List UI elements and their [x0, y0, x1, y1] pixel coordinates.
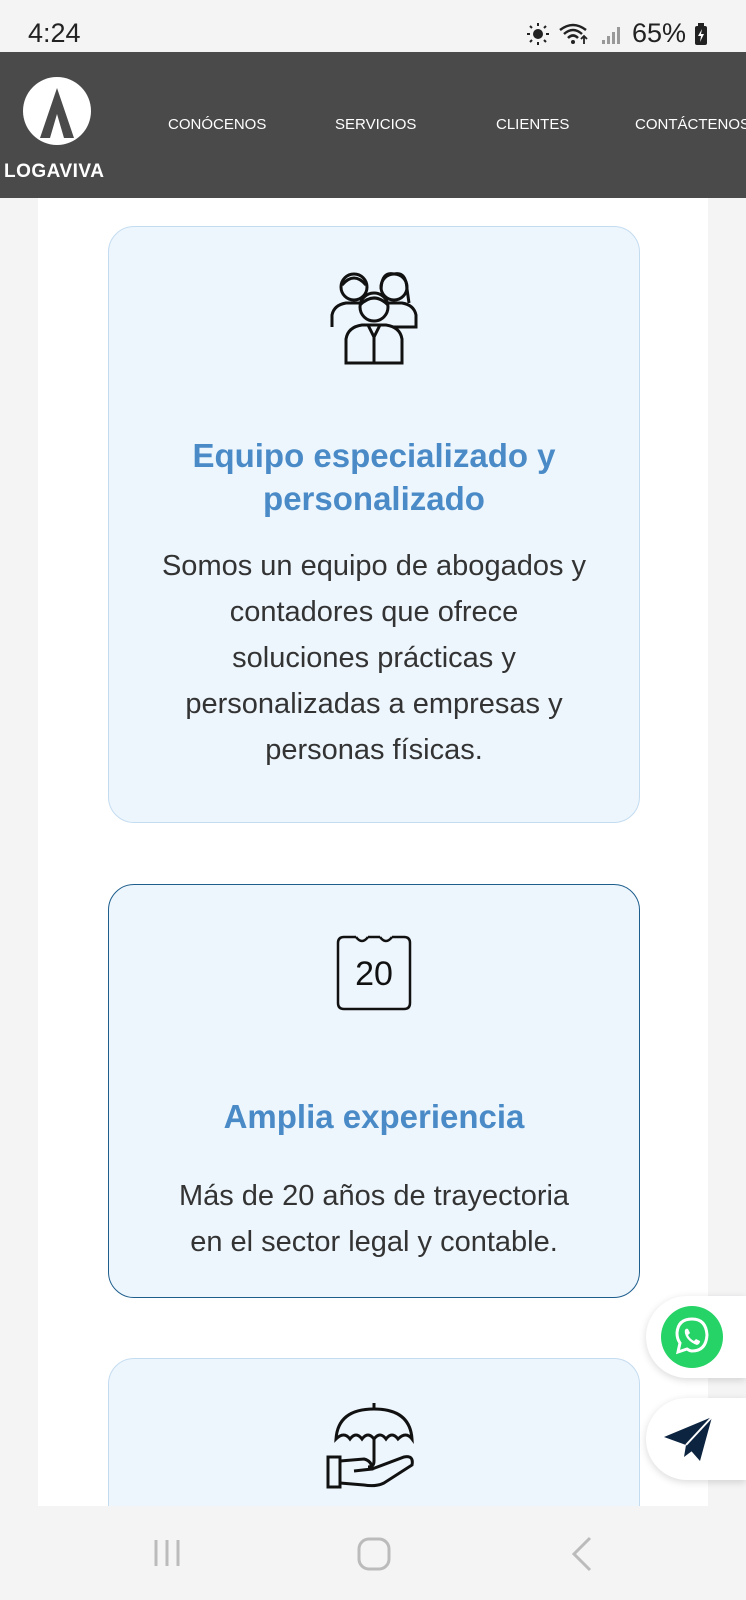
card-text-line: en el sector legal y contable.: [190, 1226, 558, 1258]
home-icon[interactable]: [356, 1536, 392, 1572]
brightness-icon: [526, 22, 549, 45]
back-icon[interactable]: [568, 1536, 598, 1572]
calendar-icon: 20: [336, 935, 412, 1011]
feature-card-team: Equipo especializado y personalizado Som…: [108, 226, 640, 823]
team-icon: [330, 272, 418, 365]
calendar-number: 20: [355, 955, 393, 993]
logo[interactable]: LOGAVIVA: [4, 76, 114, 186]
status-bar: 4:24 65%: [0, 0, 746, 52]
card-title: Amplia experiencia: [223, 1098, 525, 1135]
card-text-line: personalizadas a empresas y: [185, 688, 563, 720]
signal-icon: [601, 26, 620, 44]
logo-text: LOGAVIVA: [4, 161, 105, 182]
card-text-line: soluciones prácticas y: [232, 642, 516, 674]
card-title-line: personalizado: [263, 480, 485, 517]
card-text-line: Somos un equipo de abogados y: [161, 550, 587, 582]
nav-item-servicios[interactable]: SERVICIOS: [335, 116, 416, 133]
card-text-line: contadores que ofrece: [229, 596, 519, 628]
system-nav-bar: [0, 1506, 746, 1600]
card-description: Más de 20 años de trayectoria en el sect…: [139, 1173, 609, 1265]
whatsapp-button[interactable]: [646, 1296, 746, 1378]
send-message-button[interactable]: [646, 1398, 746, 1480]
site-header: LOGAVIVA CONÓCENOS SERVICIOS CLIENTES CO…: [0, 52, 746, 198]
nav-item-clientes[interactable]: CLIENTES: [496, 116, 569, 133]
nav-item-conocenos[interactable]: CONÓCENOS: [168, 116, 266, 133]
recent-apps-icon[interactable]: [150, 1536, 184, 1570]
logo-mark-icon: [23, 77, 91, 145]
battery-percent: 65%: [631, 18, 686, 48]
feature-card-experience: 20 Amplia experiencia Más de 20 años de …: [108, 884, 640, 1298]
status-icons: 65%: [526, 18, 708, 49]
paper-plane-icon: [664, 1416, 713, 1461]
umbrella-hand-icon: [326, 1403, 414, 1489]
nav-item-contactenos[interactable]: CONTÁCTENOS: [635, 116, 746, 133]
main-content: Equipo especializado y personalizado Som…: [38, 198, 708, 1558]
status-time: 4:24: [28, 18, 81, 48]
card-text-line: Más de 20 años de trayectoria: [178, 1180, 570, 1212]
battery-icon: [695, 22, 707, 45]
card-text-line: personas físicas.: [265, 734, 483, 766]
card-title-line: Equipo especializado y: [192, 437, 556, 474]
whatsapp-icon: [661, 1306, 723, 1368]
card-title: Equipo especializado y personalizado: [129, 434, 619, 520]
wifi-icon: [559, 23, 588, 44]
card-description: Somos un equipo de abogados y contadores…: [139, 543, 609, 773]
